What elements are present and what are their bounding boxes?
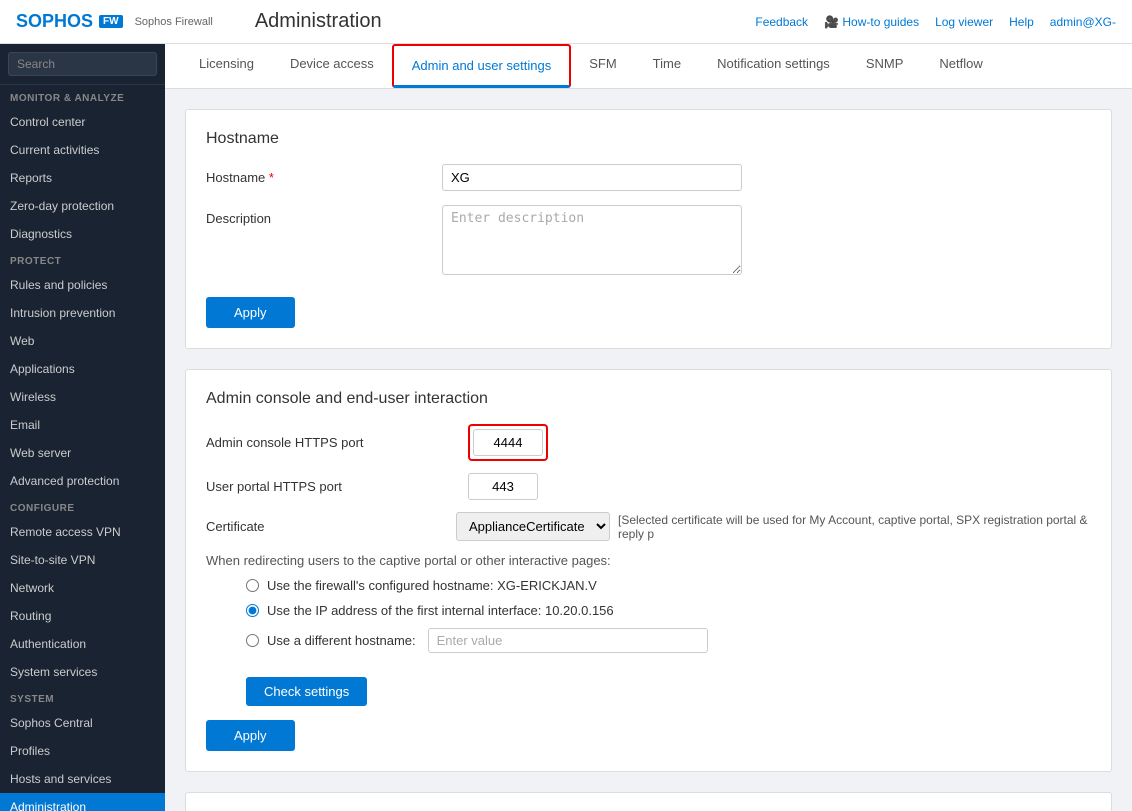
check-settings-container: Check settings bbox=[246, 667, 1091, 706]
description-textarea[interactable] bbox=[442, 205, 742, 275]
radio-ip-address[interactable] bbox=[246, 604, 259, 617]
sidebar-item-email[interactable]: Email bbox=[0, 411, 165, 439]
tab-netflow[interactable]: Netflow bbox=[921, 44, 1000, 88]
check-settings-button[interactable]: Check settings bbox=[246, 677, 367, 706]
sidebar-section-configure: CONFIGURE bbox=[0, 495, 165, 518]
sidebar-item-system-services[interactable]: System services bbox=[0, 658, 165, 686]
sidebar-item-intrusion[interactable]: Intrusion prevention bbox=[0, 299, 165, 327]
sidebar-item-site-vpn[interactable]: Site-to-site VPN bbox=[0, 546, 165, 574]
https-port-input[interactable] bbox=[473, 429, 543, 456]
redirect-note: When redirecting users to the captive po… bbox=[206, 553, 1091, 568]
tab-snmp[interactable]: SNMP bbox=[848, 44, 922, 88]
user-portal-row: User portal HTTPS port bbox=[206, 473, 1091, 500]
sidebar-item-sophos-central[interactable]: Sophos Central bbox=[0, 709, 165, 737]
https-port-highlight bbox=[468, 424, 548, 461]
sophos-logo-text: SOPHOS bbox=[16, 11, 93, 32]
tab-admin-user-settings[interactable]: Admin and user settings bbox=[392, 44, 571, 88]
hostname-label: Hostname bbox=[206, 164, 426, 185]
how-to-link[interactable]: 🎥 How-to guides bbox=[824, 15, 919, 29]
radio-group: Use the firewall's configured hostname: … bbox=[246, 578, 1091, 653]
radio-custom-hostname-label: Use a different hostname: bbox=[267, 633, 416, 648]
tab-notification-settings[interactable]: Notification settings bbox=[699, 44, 848, 88]
certificate-row: Certificate ApplianceCertificate [Select… bbox=[206, 512, 1091, 541]
sidebar-item-profiles[interactable]: Profiles bbox=[0, 737, 165, 765]
sidebar-item-administration[interactable]: Administration bbox=[0, 793, 165, 811]
sidebar-item-routing[interactable]: Routing bbox=[0, 602, 165, 630]
hostname-section: Hostname Hostname Description Apply bbox=[185, 109, 1112, 349]
top-bar-left: SOPHOS FW Sophos Firewall Administration bbox=[16, 10, 382, 33]
user-label: admin@XG- bbox=[1050, 15, 1116, 29]
sidebar-section-monitor: MONITOR & ANALYZE bbox=[0, 85, 165, 108]
hostname-apply-button[interactable]: Apply bbox=[206, 297, 295, 328]
sidebar-item-web[interactable]: Web bbox=[0, 327, 165, 355]
hostname-input[interactable] bbox=[442, 164, 742, 191]
main-layout: MONITOR & ANALYZE Control center Current… bbox=[0, 44, 1132, 811]
tab-device-access[interactable]: Device access bbox=[272, 44, 392, 88]
radio-item-ip: Use the IP address of the first internal… bbox=[246, 603, 1091, 618]
custom-hostname-input[interactable] bbox=[428, 628, 708, 653]
sidebar-item-zero-day[interactable]: Zero-day protection bbox=[0, 192, 165, 220]
top-bar-right: Feedback 🎥 How-to guides Log viewer Help… bbox=[755, 15, 1116, 29]
sidebar-item-diagnostics[interactable]: Diagnostics bbox=[0, 220, 165, 248]
sidebar: MONITOR & ANALYZE Control center Current… bbox=[0, 44, 165, 811]
radio-item-custom: Use a different hostname: bbox=[246, 628, 1091, 653]
description-row: Description bbox=[206, 205, 1091, 275]
radio-custom-hostname[interactable] bbox=[246, 634, 259, 647]
camera-icon: 🎥 bbox=[824, 15, 839, 29]
tabs-bar: Licensing Device access Admin and user s… bbox=[165, 44, 1132, 89]
admin-console-apply-button[interactable]: Apply bbox=[206, 720, 295, 751]
radio-item-hostname: Use the firewall's configured hostname: … bbox=[246, 578, 1091, 593]
sidebar-item-hosts-services[interactable]: Hosts and services bbox=[0, 765, 165, 793]
page-content: Hostname Hostname Description Apply Admi… bbox=[165, 89, 1132, 811]
https-port-label: Admin console HTTPS port bbox=[206, 435, 456, 450]
user-portal-label: User portal HTTPS port bbox=[206, 479, 456, 494]
search-input[interactable] bbox=[8, 52, 157, 76]
sidebar-item-current-activities[interactable]: Current activities bbox=[0, 136, 165, 164]
admin-console-section-title: Admin console and end-user interaction bbox=[206, 390, 1091, 408]
radio-configured-hostname-label: Use the firewall's configured hostname: … bbox=[267, 578, 597, 593]
hostname-section-title: Hostname bbox=[206, 130, 1091, 148]
sophos-logo: SOPHOS FW bbox=[16, 11, 123, 32]
tab-sfm[interactable]: SFM bbox=[571, 44, 634, 88]
feedback-link[interactable]: Feedback bbox=[755, 15, 808, 29]
user-portal-input[interactable] bbox=[468, 473, 538, 500]
log-viewer-link[interactable]: Log viewer bbox=[935, 15, 993, 29]
https-port-row: Admin console HTTPS port bbox=[206, 424, 1091, 461]
sidebar-search-container bbox=[0, 44, 165, 85]
page-title: Administration bbox=[255, 10, 382, 33]
certificate-note: [Selected certificate will be used for M… bbox=[618, 513, 1091, 541]
help-link[interactable]: Help bbox=[1009, 15, 1034, 29]
radio-configured-hostname[interactable] bbox=[246, 579, 259, 592]
tab-time[interactable]: Time bbox=[635, 44, 699, 88]
top-bar: SOPHOS FW Sophos Firewall Administration… bbox=[0, 0, 1132, 44]
sidebar-item-applications[interactable]: Applications bbox=[0, 355, 165, 383]
sidebar-item-web-server[interactable]: Web server bbox=[0, 439, 165, 467]
sidebar-item-advanced-protection[interactable]: Advanced protection bbox=[0, 467, 165, 495]
sidebar-item-control-center[interactable]: Control center bbox=[0, 108, 165, 136]
hostname-row: Hostname bbox=[206, 164, 1091, 191]
admin-console-section: Admin console and end-user interaction A… bbox=[185, 369, 1112, 772]
content-area: Licensing Device access Admin and user s… bbox=[165, 44, 1132, 811]
radio-ip-address-label: Use the IP address of the first internal… bbox=[267, 603, 614, 618]
certificate-select[interactable]: ApplianceCertificate bbox=[456, 512, 610, 541]
sidebar-item-network[interactable]: Network bbox=[0, 574, 165, 602]
sophos-sub-text: Sophos Firewall bbox=[135, 16, 213, 28]
fw-badge: FW bbox=[99, 15, 123, 28]
sidebar-item-authentication[interactable]: Authentication bbox=[0, 630, 165, 658]
sidebar-section-system: SYSTEM bbox=[0, 686, 165, 709]
tab-licensing[interactable]: Licensing bbox=[181, 44, 272, 88]
certificate-label: Certificate bbox=[206, 519, 456, 534]
sidebar-item-remote-vpn[interactable]: Remote access VPN bbox=[0, 518, 165, 546]
sidebar-section-protect: PROTECT bbox=[0, 248, 165, 271]
description-label: Description bbox=[206, 205, 426, 226]
sidebar-item-wireless[interactable]: Wireless bbox=[0, 383, 165, 411]
sidebar-item-rules-policies[interactable]: Rules and policies bbox=[0, 271, 165, 299]
login-security-section: Login security bbox=[185, 792, 1112, 811]
sidebar-item-reports[interactable]: Reports bbox=[0, 164, 165, 192]
